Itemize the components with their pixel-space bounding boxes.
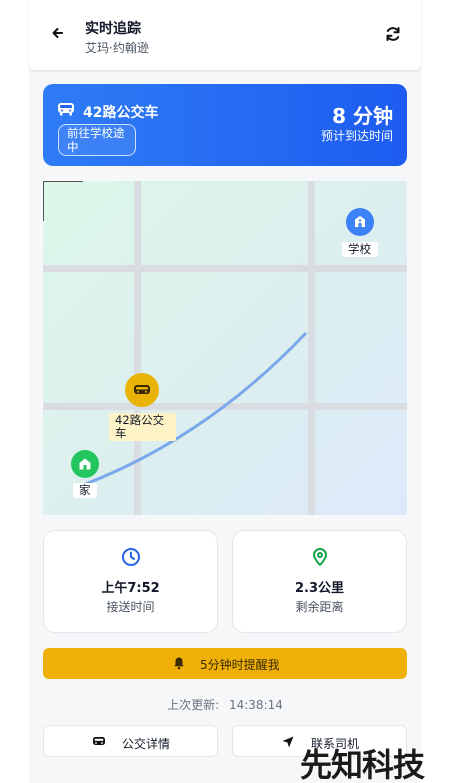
last-update-time: 14:38:14: [228, 698, 283, 712]
pickup-time-label: 接送时间: [106, 600, 155, 614]
navigation-arrow-icon: [282, 736, 294, 748]
page-title: 实时追踪: [85, 21, 141, 37]
route-name: 42路公交车: [83, 105, 159, 121]
bell-icon: [174, 657, 184, 670]
trip-status-badge: 前往学校途中: [58, 124, 136, 156]
pickup-time-value: 上午7:52: [101, 581, 160, 596]
remind-me-button[interactable]: 5分钟时提醒我: [43, 648, 407, 679]
bus-marker[interactable]: [125, 373, 159, 407]
home-icon: [79, 458, 91, 470]
last-update-text: 上次更新: 14:38:14: [29, 696, 421, 713]
bus-icon: [93, 737, 105, 745]
clock-icon: [122, 548, 140, 566]
watermark-text: 先知科技: [300, 746, 425, 783]
eta-value: 8 分钟: [332, 104, 393, 128]
refresh-button[interactable]: [383, 24, 403, 44]
bus-icon: [58, 103, 74, 116]
back-button[interactable]: [47, 22, 69, 44]
distance-card: 2.3公里 剩余距离: [232, 530, 407, 633]
distance-value: 2.3公里: [294, 581, 345, 596]
bus-icon: [134, 385, 150, 394]
bus-label: 42路公交车: [109, 413, 176, 441]
bus-details-button[interactable]: 公交详情: [43, 725, 218, 757]
home-marker[interactable]: [71, 450, 99, 478]
tracking-map[interactable]: 学校 42路公交车 家: [43, 181, 407, 515]
student-name: 艾玛·约翰逊: [85, 41, 149, 55]
distance-label: 剩余距离: [295, 600, 344, 614]
school-label: 学校: [342, 242, 378, 257]
school-icon: [355, 216, 365, 227]
bus-details-label: 公交详情: [122, 737, 171, 751]
remind-me-label: 5分钟时提醒我: [200, 658, 280, 672]
app-container: 实时追踪 艾玛·约翰逊 42路公交车 前往学校途中 8 分钟 预计到达时间 学校…: [29, 0, 421, 783]
school-marker[interactable]: [346, 208, 374, 236]
refresh-icon: [386, 27, 400, 41]
home-label: 家: [73, 483, 97, 498]
last-update-label: 上次更新:: [167, 698, 220, 712]
map-pin-icon: [313, 548, 327, 566]
pickup-time-card: 上午7:52 接送时间: [43, 530, 218, 633]
eta-label: 预计到达时间: [320, 129, 393, 143]
arrow-left-icon: [52, 28, 63, 38]
header-bar: 实时追踪 艾玛·约翰逊: [29, 0, 421, 70]
eta-status-card: 42路公交车 前往学校途中 8 分钟 预计到达时间: [43, 84, 407, 166]
